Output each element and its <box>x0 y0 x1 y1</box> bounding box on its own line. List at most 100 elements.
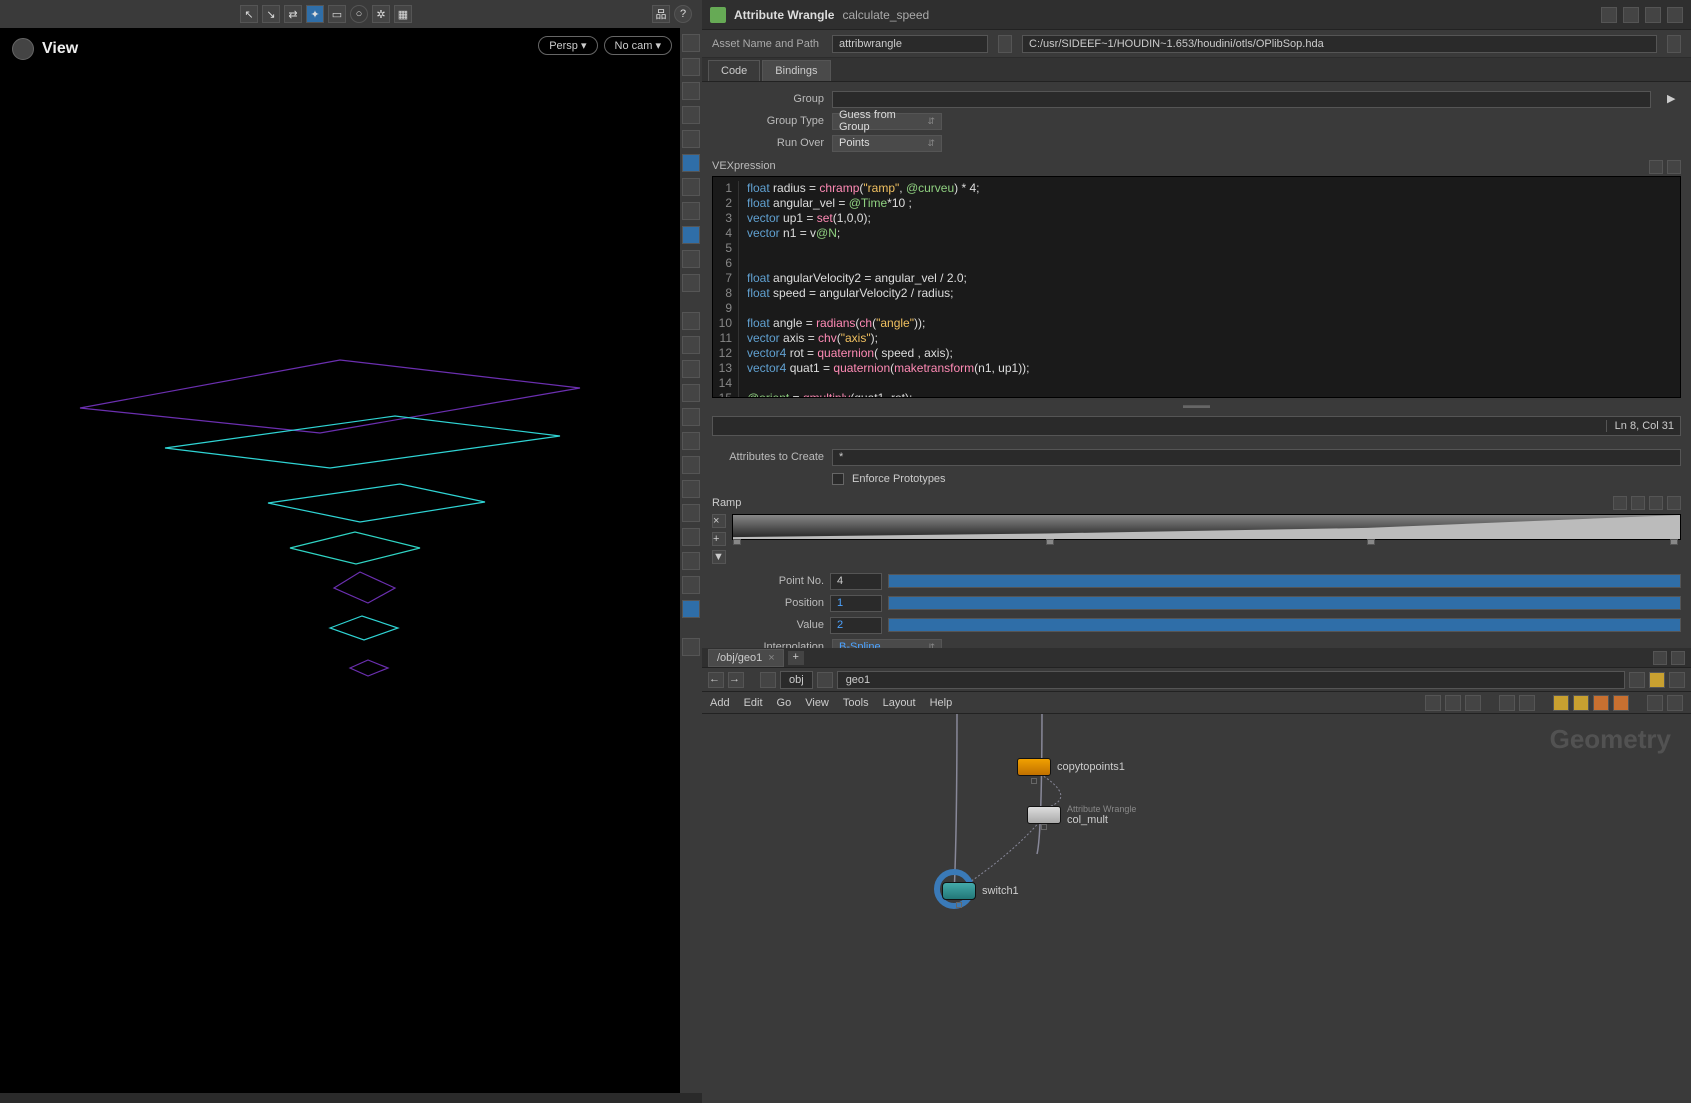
info-icon[interactable] <box>1645 7 1661 23</box>
vtool-lock-icon[interactable] <box>682 82 700 100</box>
tool-arrow-icon[interactable]: ↖ <box>240 5 258 23</box>
ramp-reset-icon[interactable] <box>1649 496 1663 510</box>
nm-8-icon[interactable] <box>1593 695 1609 711</box>
vex-code-editor[interactable]: 1float radius = chramp("ramp", @curveu) … <box>712 176 1681 398</box>
node-colmult[interactable]: Attribute Wrangle col_mult <box>1027 804 1136 826</box>
vtool-7-icon[interactable] <box>682 178 700 196</box>
value-field[interactable] <box>830 617 882 634</box>
nm-7-icon[interactable] <box>1573 695 1589 711</box>
asset-name-field[interactable] <box>832 35 988 53</box>
vtool-1-icon[interactable] <box>682 34 700 52</box>
tab-bindings[interactable]: Bindings <box>762 60 830 81</box>
pointno-field[interactable] <box>830 573 882 590</box>
close-icon[interactable]: × <box>768 652 774 664</box>
tool-gear-icon[interactable]: ✲ <box>372 5 390 23</box>
pin-icon[interactable] <box>1649 672 1665 688</box>
network-canvas[interactable]: Geometry copytopoints1 Attribute Wrangle… <box>702 714 1691 1103</box>
net-rt2-icon[interactable] <box>1671 651 1685 665</box>
tool-circle-icon[interactable]: ○ <box>350 5 368 23</box>
vtool-9-icon[interactable] <box>682 226 700 244</box>
vtool-19-icon[interactable] <box>682 480 700 498</box>
ramp-add1-icon[interactable] <box>1613 496 1627 510</box>
ramp-add2-icon[interactable] <box>1631 496 1645 510</box>
asset-path-dropdown[interactable] <box>1667 35 1681 53</box>
vtool-21-icon[interactable] <box>682 528 700 546</box>
attrs-create-field[interactable] <box>832 449 1681 466</box>
vtool-25-icon[interactable] <box>682 638 700 656</box>
net-opt-icon[interactable] <box>1669 672 1685 688</box>
ramp-gear-icon[interactable] <box>1667 496 1681 510</box>
nav-fwd-button[interactable]: → <box>728 672 744 688</box>
nm-2-icon[interactable] <box>1445 695 1461 711</box>
asset-name-dropdown[interactable] <box>998 35 1012 53</box>
tool-rect-icon[interactable]: ▭ <box>328 5 346 23</box>
ramp-del-icon[interactable]: × <box>712 514 726 528</box>
tool-grid-icon[interactable]: ▦ <box>394 5 412 23</box>
vtool-17-icon[interactable] <box>682 432 700 450</box>
code-status-field[interactable] <box>719 419 1606 434</box>
nm-6-icon[interactable] <box>1553 695 1569 711</box>
menu-add[interactable]: Add <box>710 697 730 709</box>
menu-help[interactable]: Help <box>930 697 953 709</box>
path-crumb-obj[interactable]: obj <box>780 671 813 689</box>
vtool-22-icon[interactable] <box>682 552 700 570</box>
tool-arrow2-icon[interactable]: ↘ <box>262 5 280 23</box>
nm-4-icon[interactable] <box>1499 695 1515 711</box>
node-output-icon[interactable] <box>1031 778 1037 784</box>
node-switch[interactable]: switch1 <box>942 882 1019 900</box>
enforce-checkbox[interactable] <box>832 473 844 485</box>
node-output-icon[interactable] <box>1041 824 1047 830</box>
vtool-4-icon[interactable] <box>682 106 700 124</box>
vtool-15-icon[interactable] <box>682 384 700 402</box>
pointno-slider[interactable] <box>888 574 1681 588</box>
help-icon[interactable]: ? <box>674 5 692 23</box>
vtool-18-icon[interactable] <box>682 456 700 474</box>
nm-1-icon[interactable] <box>1425 695 1441 711</box>
tool-swap-icon[interactable]: ⇄ <box>284 5 302 23</box>
ramp-plus-icon[interactable]: + <box>712 532 726 546</box>
menu-view[interactable]: View <box>805 697 829 709</box>
menu-tools[interactable]: Tools <box>843 697 869 709</box>
ramp-widget[interactable] <box>732 514 1681 540</box>
vtool-16-icon[interactable] <box>682 408 700 426</box>
vtool-globe-icon[interactable] <box>682 130 700 148</box>
tool-snap-icon[interactable]: ✦ <box>306 5 324 23</box>
vtool-14-icon[interactable] <box>682 360 700 378</box>
search-icon[interactable] <box>1623 7 1639 23</box>
network-tab[interactable]: /obj/geo1× <box>708 649 784 667</box>
vtool-light-icon[interactable] <box>682 154 700 172</box>
vtool-11-icon[interactable] <box>682 274 700 292</box>
nm-3-icon[interactable] <box>1465 695 1481 711</box>
interp-select[interactable]: B-Spline <box>832 639 942 649</box>
group-field[interactable] <box>832 91 1651 108</box>
position-field[interactable] <box>830 595 882 612</box>
nav-home-icon[interactable] <box>760 672 776 688</box>
vex-tool2-icon[interactable] <box>1667 160 1681 174</box>
grouptype-select[interactable]: Guess from Group <box>832 113 942 130</box>
gear-icon[interactable] <box>1601 7 1617 23</box>
node-output-icon[interactable] <box>956 902 962 908</box>
vtool-13-icon[interactable] <box>682 336 700 354</box>
vex-tool1-icon[interactable] <box>1649 160 1663 174</box>
value-slider[interactable] <box>888 618 1681 632</box>
ramp-key-3[interactable] <box>1367 539 1375 545</box>
menu-edit[interactable]: Edit <box>744 697 763 709</box>
ramp-key-1[interactable] <box>733 539 741 545</box>
vtool-23-icon[interactable] <box>682 576 700 594</box>
vtool-10-icon[interactable] <box>682 250 700 268</box>
path-crumb-geo[interactable]: geo1 <box>837 671 1625 689</box>
nm-9-icon[interactable] <box>1613 695 1629 711</box>
menu-go[interactable]: Go <box>777 697 792 709</box>
viewport-panel[interactable]: View Persp ▾ No cam ▾ <box>0 28 680 1093</box>
ramp-key-4[interactable] <box>1670 539 1678 545</box>
ramp-expand-icon[interactable]: ▼ <box>712 550 726 564</box>
vtool-2-icon[interactable] <box>682 58 700 76</box>
tab-code[interactable]: Code <box>708 60 760 81</box>
ramp-key-2[interactable] <box>1046 539 1054 545</box>
nm-search-icon[interactable] <box>1647 695 1663 711</box>
help-icon[interactable] <box>1667 7 1683 23</box>
tool-tree-icon[interactable]: 品 <box>652 5 670 23</box>
nm-help-icon[interactable] <box>1667 695 1683 711</box>
path-dd-icon[interactable] <box>1629 672 1645 688</box>
resize-handle-icon[interactable]: ▬▬▬ <box>712 400 1681 410</box>
